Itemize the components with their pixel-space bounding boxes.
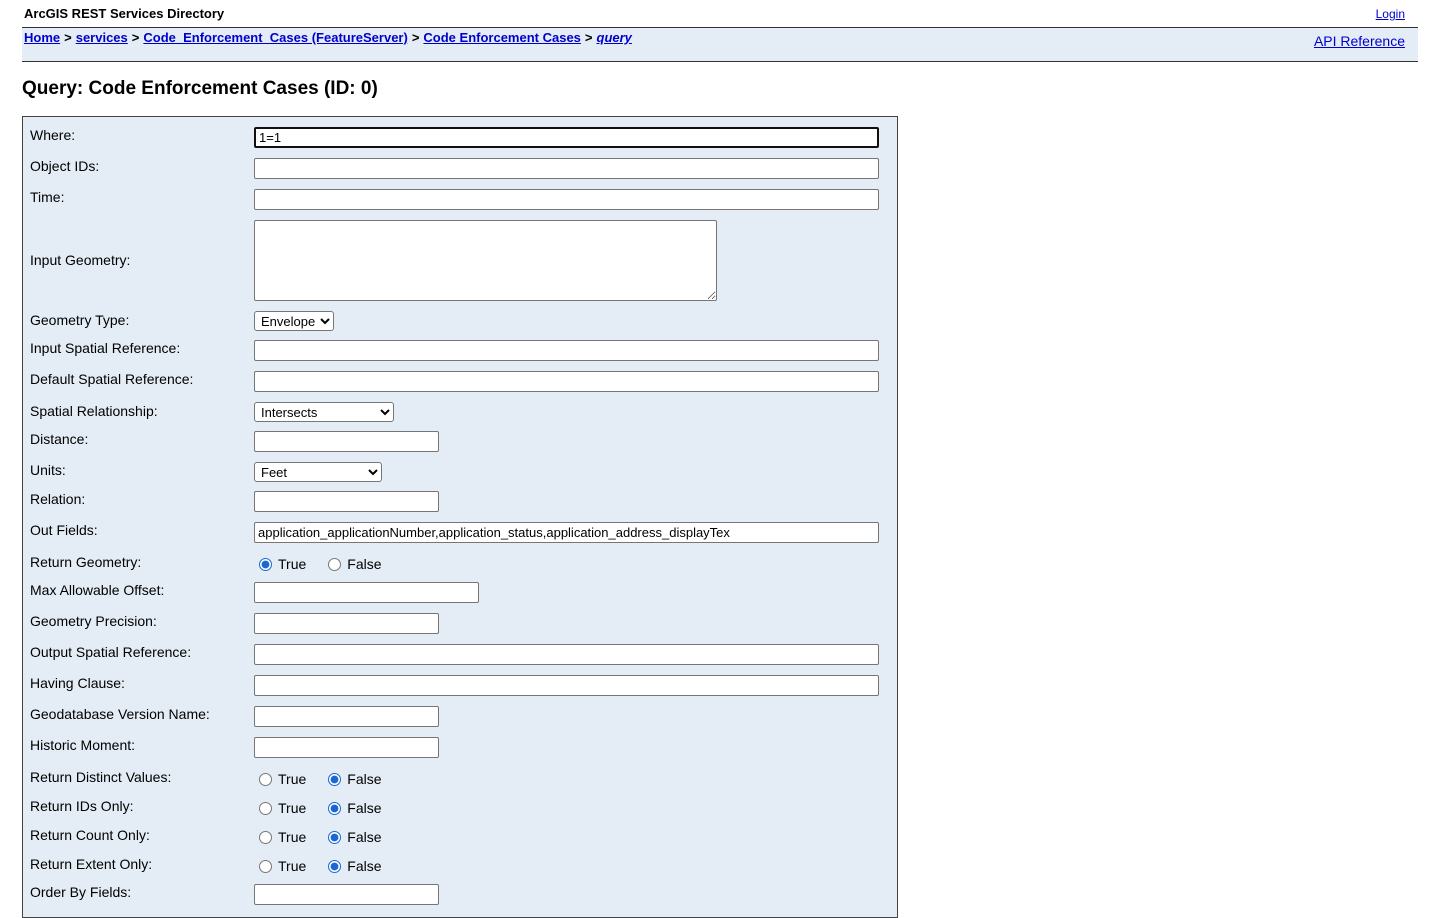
geometry-type-label: Geometry Type:: [30, 312, 130, 328]
relation-input[interactable]: [254, 491, 439, 512]
return-ids-only-radio-group: True False: [253, 798, 398, 818]
geometry-precision-input[interactable]: [254, 613, 439, 634]
return-distinct-false-label[interactable]: False: [347, 771, 381, 787]
gdb-version-label: Geodatabase Version Name:: [30, 706, 210, 722]
return-count-only-false-label[interactable]: False: [347, 829, 381, 845]
spatial-rel-select[interactable]: Intersects: [254, 402, 394, 422]
breadcrumb-separator: >: [584, 30, 593, 45]
return-distinct-false-radio[interactable]: [328, 772, 342, 786]
return-extent-only-false-radio[interactable]: [328, 859, 342, 873]
return-distinct-label: Return Distinct Values:: [30, 769, 172, 785]
return-extent-only-true-label[interactable]: True: [278, 858, 306, 874]
order-by-label: Order By Fields:: [30, 884, 132, 900]
login-link[interactable]: Login: [1376, 7, 1405, 21]
return-ids-only-true-radio[interactable]: [259, 801, 272, 815]
historic-moment-label: Historic Moment:: [30, 737, 136, 753]
max-offset-input[interactable]: [254, 582, 479, 603]
having-clause-label: Having Clause:: [30, 675, 125, 691]
output-sr-label: Output Spatial Reference:: [30, 644, 192, 660]
historic-moment-input[interactable]: [254, 737, 439, 758]
having-clause-input[interactable]: [254, 675, 879, 696]
return-distinct-radio-group: True False: [253, 769, 398, 789]
breadcrumb-separator: >: [411, 30, 420, 45]
geometry-precision-label: Geometry Precision:: [30, 613, 157, 629]
return-geometry-false-radio[interactable]: [328, 557, 342, 571]
return-count-only-true-label[interactable]: True: [278, 829, 306, 845]
breadcrumb-query[interactable]: query: [597, 30, 632, 45]
object-ids-input[interactable]: [254, 158, 879, 179]
default-sr-input[interactable]: [254, 371, 879, 392]
order-by-input[interactable]: [254, 884, 439, 905]
return-ids-only-false-radio[interactable]: [328, 801, 342, 815]
default-sr-label: Default Spatial Reference:: [30, 371, 194, 387]
return-extent-only-true-radio[interactable]: [259, 859, 272, 873]
return-geometry-false-label[interactable]: False: [347, 556, 381, 572]
return-extent-only-label: Return Extent Only:: [30, 856, 153, 872]
app-title: ArcGIS REST Services Directory: [24, 6, 225, 21]
nav-bar: Home > services > Code_Enforcement_Cases (Fe…: [22, 28, 1418, 62]
return-distinct-true-label[interactable]: True: [278, 771, 306, 787]
breadcrumb: Home > services > Code_Enforcement_Cases (Fe…: [24, 30, 632, 45]
time-label: Time:: [30, 189, 65, 205]
breadcrumb-separator: >: [131, 30, 140, 45]
return-distinct-true-radio[interactable]: [259, 772, 272, 786]
return-count-only-radio-group: True False: [253, 827, 398, 847]
geometry-type-select[interactable]: Envelope: [254, 311, 334, 331]
relation-label: Relation:: [30, 491, 86, 507]
breadcrumb-layer[interactable]: Code Enforcement Cases: [423, 30, 581, 45]
max-offset-label: Max Allowable Offset:: [30, 582, 165, 598]
return-extent-only-false-label[interactable]: False: [347, 858, 381, 874]
return-ids-only-false-label[interactable]: False: [347, 800, 381, 816]
return-geometry-true-radio[interactable]: [259, 557, 272, 571]
distance-label: Distance:: [30, 431, 89, 447]
return-extent-only-radio-group: True False: [253, 856, 398, 876]
spatial-rel-label: Spatial Relationship:: [30, 403, 158, 419]
return-geometry-label: Return Geometry:: [30, 554, 142, 570]
breadcrumb-separator: >: [64, 30, 72, 45]
out-fields-label: Out Fields:: [30, 522, 98, 538]
output-sr-input[interactable]: [254, 644, 879, 665]
where-input[interactable]: [254, 127, 879, 148]
units-label: Units:: [30, 462, 66, 478]
gdb-version-input[interactable]: [254, 706, 439, 727]
breadcrumb-services[interactable]: services: [76, 30, 128, 45]
return-count-only-label: Return Count Only:: [30, 827, 150, 843]
distance-input[interactable]: [254, 431, 439, 452]
input-sr-label: Input Spatial Reference:: [30, 340, 181, 356]
breadcrumb-feature-server[interactable]: Code_Enforcement_Cases (FeatureServer): [143, 30, 407, 45]
page-title: Query: Code Enforcement Cases (ID: 0): [22, 78, 378, 99]
return-geometry-true-label[interactable]: True: [278, 556, 306, 572]
units-select[interactable]: Feet: [254, 462, 382, 482]
return-count-only-true-radio[interactable]: [259, 830, 272, 844]
out-fields-input[interactable]: [254, 522, 879, 543]
return-ids-only-label: Return IDs Only:: [30, 798, 134, 814]
input-geometry-label: Input Geometry:: [30, 252, 131, 268]
return-count-only-false-radio[interactable]: [328, 830, 342, 844]
return-geometry-radio-group: True False: [253, 554, 398, 574]
input-sr-input[interactable]: [254, 340, 879, 361]
where-label: Where:: [30, 127, 76, 143]
return-ids-only-true-label[interactable]: True: [278, 800, 306, 816]
api-reference-link[interactable]: API Reference: [1314, 33, 1405, 49]
object-ids-label: Object IDs:: [30, 158, 100, 174]
breadcrumb-home[interactable]: Home: [24, 30, 60, 45]
input-geometry-textarea[interactable]: [254, 220, 717, 301]
time-input[interactable]: [254, 189, 879, 210]
